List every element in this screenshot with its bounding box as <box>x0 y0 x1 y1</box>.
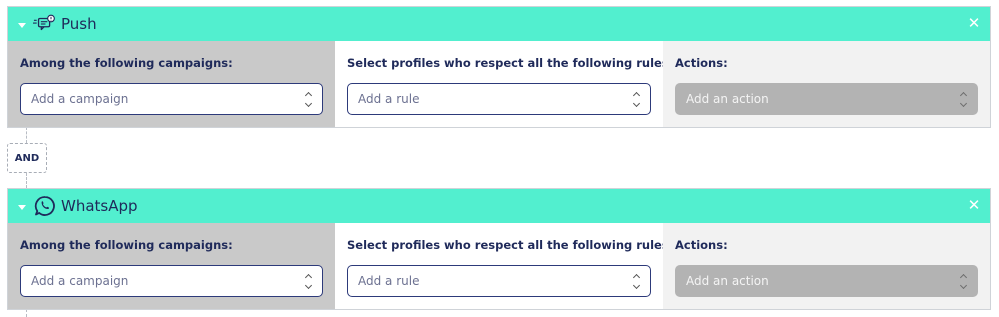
actions-column: Actions: Add an action <box>663 223 990 309</box>
push-block-header[interactable]: Push ✕ <box>8 7 990 41</box>
campaign-select[interactable]: Add a campaign <box>20 83 323 115</box>
whatsapp-block-body: Among the following campaigns: Add a cam… <box>8 223 990 309</box>
rule-select-placeholder: Add a rule <box>358 92 420 106</box>
campaigns-column: Among the following campaigns: Add a cam… <box>8 223 335 309</box>
collapse-caret-icon[interactable] <box>18 204 26 210</box>
push-notification-icon <box>33 13 57 35</box>
campaign-select[interactable]: Add a campaign <box>20 265 323 297</box>
campaigns-column: Among the following campaigns: Add a cam… <box>8 41 335 127</box>
campaign-select-placeholder: Add a campaign <box>31 274 129 288</box>
collapse-caret-icon[interactable] <box>18 22 26 28</box>
rules-label: Select profiles who respect all the foll… <box>347 56 674 70</box>
campaigns-label: Among the following campaigns: <box>20 238 233 252</box>
actions-label: Actions: <box>675 238 728 252</box>
connector-line-middle <box>26 173 27 188</box>
whatsapp-icon <box>33 195 57 217</box>
connector-line-bottom <box>26 309 27 317</box>
chevron-updown-icon <box>959 91 967 107</box>
chevron-updown-icon <box>632 273 640 289</box>
rules-column: Select profiles who respect all the foll… <box>335 41 674 127</box>
push-block-body: Among the following campaigns: Add a cam… <box>8 41 990 127</box>
close-icon[interactable]: ✕ <box>967 198 981 213</box>
rules-label: Select profiles who respect all the foll… <box>347 238 674 252</box>
action-select[interactable]: Add an action <box>675 265 978 297</box>
campaigns-label: Among the following campaigns: <box>20 56 233 70</box>
block-title: WhatsApp <box>61 197 138 215</box>
actions-label: Actions: <box>675 56 728 70</box>
action-select[interactable]: Add an action <box>675 83 978 115</box>
push-block: Push ✕ Among the following campaigns: Ad… <box>7 6 991 128</box>
campaign-select-placeholder: Add a campaign <box>31 92 129 106</box>
action-select-placeholder: Add an action <box>686 92 769 106</box>
chevron-updown-icon <box>959 273 967 289</box>
whatsapp-block: WhatsApp ✕ Among the following campaigns… <box>7 188 991 310</box>
actions-column: Actions: Add an action <box>663 41 990 127</box>
rules-column: Select profiles who respect all the foll… <box>335 223 674 309</box>
and-operator-button[interactable]: AND <box>7 143 47 173</box>
rule-select[interactable]: Add a rule <box>347 265 651 297</box>
close-icon[interactable]: ✕ <box>967 16 981 31</box>
rule-select[interactable]: Add a rule <box>347 83 651 115</box>
action-select-placeholder: Add an action <box>686 274 769 288</box>
connector-line-top <box>26 127 27 143</box>
rule-select-placeholder: Add a rule <box>358 274 420 288</box>
chevron-updown-icon <box>632 91 640 107</box>
chevron-updown-icon <box>304 91 312 107</box>
whatsapp-block-header[interactable]: WhatsApp ✕ <box>8 189 990 223</box>
block-title: Push <box>61 15 97 33</box>
chevron-updown-icon <box>304 273 312 289</box>
